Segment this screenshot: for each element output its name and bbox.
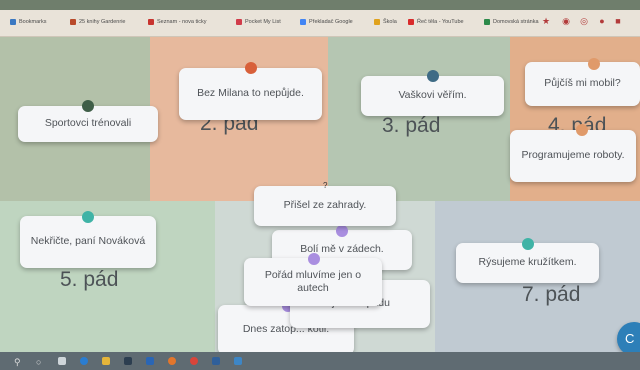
bookmark-item[interactable]: Bookmarks bbox=[10, 19, 47, 25]
card-pin bbox=[522, 238, 534, 250]
circle-icon[interactable]: ○ bbox=[36, 357, 44, 367]
bookmark-icon bbox=[148, 19, 154, 25]
firefox-icon[interactable] bbox=[168, 357, 176, 365]
bookmark-item[interactable]: 25 knihy Gardenrie bbox=[70, 19, 125, 25]
card-pin bbox=[82, 100, 94, 112]
folder-icon[interactable] bbox=[102, 357, 110, 365]
pocket-icon bbox=[236, 19, 242, 25]
puzzle-icon[interactable]: ■ bbox=[612, 15, 624, 27]
bookmark-item[interactable]: Pocket My List bbox=[236, 19, 281, 25]
extension-icon[interactable]: ★ bbox=[540, 15, 552, 27]
card-programujeme[interactable]: Programujeme roboty. bbox=[510, 130, 636, 182]
card-pujcis[interactable]: Půjčíš mi mobil? bbox=[525, 62, 640, 106]
app-icon[interactable] bbox=[212, 357, 220, 365]
browser-icon[interactable] bbox=[80, 357, 88, 365]
card-nekficte[interactable]: Nekřičte, paní Nováková bbox=[20, 216, 156, 268]
bookmark-item[interactable]: Domovská stránka bbox=[484, 19, 539, 25]
bookmark-item[interactable]: Překladač Google bbox=[300, 19, 353, 25]
app-icon[interactable] bbox=[234, 357, 242, 365]
card-marker: ? bbox=[323, 181, 328, 190]
folder-icon bbox=[374, 19, 380, 25]
card-pin bbox=[308, 253, 320, 265]
translate-icon bbox=[300, 19, 306, 25]
bookmark-item[interactable]: Řeč těla - YouTube bbox=[408, 19, 464, 25]
card-milan[interactable]: Bez Milana to nepůjde. bbox=[179, 68, 322, 120]
zone-label-7: 7. pád bbox=[522, 283, 581, 306]
account-icon[interactable]: ● bbox=[596, 15, 608, 27]
card-pin bbox=[427, 70, 439, 82]
zone-label-3: 3. pád bbox=[382, 114, 441, 137]
bookmark-item[interactable]: Seznam - nova ticky bbox=[148, 19, 207, 25]
bookmark-icon bbox=[10, 19, 16, 25]
card-pin bbox=[245, 62, 257, 74]
bookmark-icon bbox=[70, 19, 76, 25]
chrome-icon[interactable] bbox=[190, 357, 198, 365]
home-icon bbox=[484, 19, 490, 25]
card-pin bbox=[82, 211, 94, 223]
card-pin bbox=[336, 225, 348, 237]
card-vasek[interactable]: Vaškovi věřím. bbox=[361, 76, 504, 116]
shield-icon[interactable]: ◉ bbox=[560, 15, 572, 27]
search-icon[interactable]: ⚲ bbox=[14, 357, 22, 367]
screen: 2. pád 3. pád 4. pád 5. pád 7. pád Bookm… bbox=[0, 0, 640, 370]
os-taskbar: ⚲ ○ bbox=[0, 352, 640, 370]
card-porad[interactable]: Pořád mluvíme jen o autech bbox=[244, 258, 382, 306]
bookmarks-bar: Bookmarks 25 knihy Gardenrie Seznam - no… bbox=[0, 10, 640, 37]
sync-icon[interactable]: ◎ bbox=[578, 15, 590, 27]
zone-label-5: 5. pád bbox=[60, 268, 119, 291]
card-pin bbox=[588, 58, 600, 70]
bookmark-item[interactable]: Škola bbox=[374, 19, 397, 25]
store-icon[interactable] bbox=[124, 357, 132, 365]
card-prisel[interactable]: Přišel ze zahrady. bbox=[254, 186, 396, 226]
mail-icon[interactable] bbox=[146, 357, 154, 365]
youtube-icon bbox=[408, 19, 414, 25]
task-view-icon[interactable] bbox=[58, 357, 66, 365]
card-pin bbox=[576, 124, 588, 136]
